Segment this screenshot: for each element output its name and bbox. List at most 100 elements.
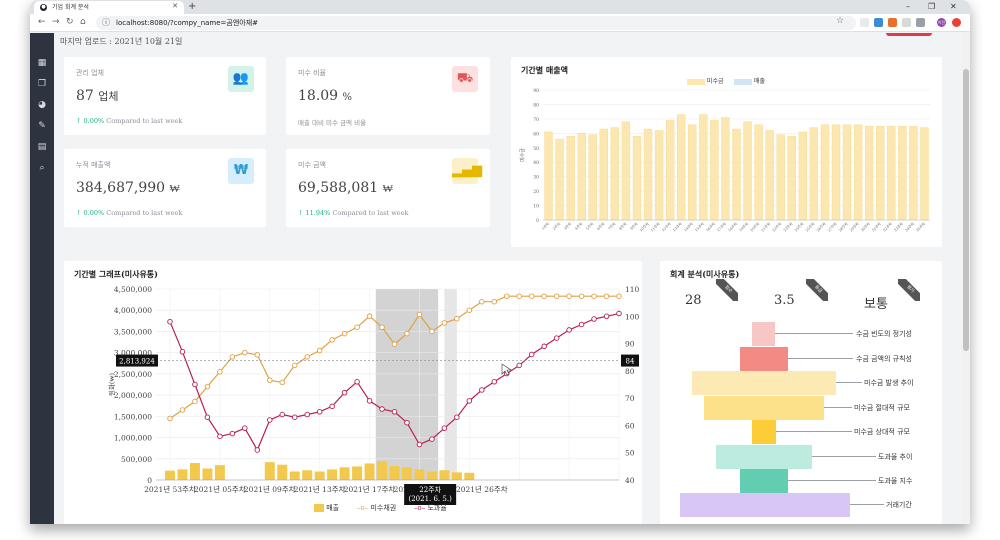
overdue-point <box>528 351 535 358</box>
overdue-point <box>354 379 360 385</box>
receivables-point <box>217 369 223 375</box>
kpi-value: 384,687,990 ₩ <box>76 180 180 196</box>
sales-bar <box>599 128 608 221</box>
sales-bar <box>898 125 907 221</box>
forward-icon[interactable]: → <box>52 17 60 28</box>
grid-icon[interactable]: ▦ <box>37 58 47 68</box>
reload-icon[interactable]: ↻ <box>66 17 74 28</box>
receivables-point <box>204 383 211 390</box>
graph-yleft-tick-label: 0 <box>147 476 152 485</box>
search-icon[interactable]: ⌕ <box>37 163 47 173</box>
page-scrollbar[interactable] <box>962 33 970 524</box>
legend-overdue-line[interactable]: –o– 도과율 <box>414 503 447 513</box>
legend-receivables-line[interactable]: –o– 미수채권 <box>357 503 396 513</box>
sales-xtick-label: 19주차 <box>738 221 750 233</box>
edit-icon[interactable]: ✎ <box>37 121 47 131</box>
pyramid-leader-2 <box>788 358 853 359</box>
sales-bar <box>588 134 597 221</box>
evaluation-ribbon: 평가 <box>898 279 920 301</box>
sales-bar <box>743 121 752 221</box>
overdue-point <box>566 327 572 333</box>
url-input[interactable]: ⓘ localhost:8080/?compy_name=곰앤아재# <box>96 16 856 30</box>
extension-3-icon[interactable] <box>888 18 897 27</box>
legend-sales-bar-swatch <box>314 504 324 512</box>
sales-xtick-label: 3주차 <box>563 221 573 231</box>
kpi-title: 미수 금액 <box>298 161 326 169</box>
hover-highlight-band <box>375 289 439 480</box>
legend-sales-bar[interactable]: 매출 <box>314 503 339 513</box>
analysis-card: 회계 분석(미사유통) 28 점수 3.5 등급 보통 평가 수금 빈도의 정기… <box>660 261 942 524</box>
sales-xtick-label: 7주차 <box>607 221 617 231</box>
receivables-point <box>329 337 335 343</box>
home-icon[interactable]: ⌂ <box>80 17 86 28</box>
bookmark-star-icon[interactable]: ☆ <box>836 16 844 27</box>
tab-bar: ● 기업 회계 분석 ✕ + – ❐ ✕ <box>30 0 970 14</box>
sales-bar <box>289 471 300 480</box>
overdue-point <box>578 321 585 328</box>
receivables-point <box>242 349 248 356</box>
receivables-point <box>304 354 310 360</box>
sales-bar <box>721 117 730 221</box>
sales-xtick-label: 8주차 <box>618 221 628 231</box>
legend-overdue-line-swatch: –o– <box>414 504 426 512</box>
pyramid-leader-8 <box>850 504 884 505</box>
kpi-card-unpaid-amount: 미수 금액 69,588,081 ₩ ↑ 11.94% Compared to … <box>286 149 490 227</box>
sales-ytick-label: 10 <box>533 204 539 210</box>
overdue-point <box>416 441 423 448</box>
sales-bar <box>439 470 450 480</box>
update-icon[interactable] <box>952 18 961 27</box>
receivables-point <box>516 293 522 299</box>
receivables-point <box>416 311 423 318</box>
score-ribbon: 점수 <box>716 279 738 301</box>
github-favicon-icon: ● <box>40 4 47 11</box>
kpi-foot: ↑ 0.00% Compared to last week <box>76 209 183 217</box>
pyramid-bar-7 <box>740 469 788 493</box>
tab-close-icon[interactable]: ✕ <box>172 3 178 10</box>
table-icon[interactable]: ▤ <box>37 142 47 152</box>
scrollbar-thumb[interactable] <box>963 69 969 351</box>
mouse-cursor-icon <box>501 363 512 376</box>
overdue-point <box>242 425 248 431</box>
back-icon[interactable]: ← <box>38 17 46 28</box>
sales-bar <box>555 138 564 221</box>
pyramid-bar-4 <box>704 396 824 420</box>
sales-bar <box>643 128 653 221</box>
receivables-point <box>179 407 186 413</box>
sales-bar <box>264 462 275 480</box>
pyramid-leader-3 <box>836 382 862 383</box>
sales-bar <box>909 125 918 221</box>
graph-xtick-label: 2021년 17주차 <box>344 484 396 494</box>
sales-bar <box>352 466 363 480</box>
new-tab-icon[interactable]: + <box>188 1 196 13</box>
sales-bar <box>389 465 400 480</box>
legend-receivables-line-swatch: –o– <box>357 504 369 512</box>
profile-avatar[interactable]: 이진 <box>937 18 946 27</box>
pie-chart-icon[interactable]: ◕ <box>37 100 47 110</box>
pyramid-bar-3 <box>692 371 836 395</box>
graph-yright-tick-label: 80 <box>625 367 635 376</box>
receivables-point <box>454 315 460 322</box>
extension-4-icon[interactable] <box>902 18 911 27</box>
extension-2-icon[interactable] <box>874 18 883 27</box>
overdue-point <box>491 379 498 385</box>
overdue-point <box>541 343 547 350</box>
graph-yleft-tick-label: 3,500,000 <box>114 327 152 336</box>
people-icon: 👥 <box>228 66 254 92</box>
sales-bar <box>302 470 313 480</box>
maximize-icon[interactable]: ❐ <box>928 1 935 13</box>
kpi-card-companies: 관리 업체 87 업체 ↑ 0.00% Compared to last wee… <box>64 57 266 135</box>
sales-bar <box>544 131 553 221</box>
receivables-point <box>229 354 236 360</box>
hover-tooltip-date: (2021. 6. 5.) <box>408 495 452 503</box>
receivables-point <box>379 324 385 330</box>
copy-icon[interactable]: ❐ <box>37 79 47 89</box>
sales-xtick-label: 4주차 <box>574 221 584 231</box>
extension-5-icon[interactable] <box>916 18 925 27</box>
sales-xtick-label: 17주차 <box>716 221 728 233</box>
window-close-icon[interactable]: ✕ <box>950 1 957 13</box>
minimize-icon[interactable]: – <box>906 1 910 13</box>
pyramid-label-4: 미수금 절대적 규모 <box>854 404 910 412</box>
extension-1-icon[interactable] <box>860 18 869 27</box>
browser-tab[interactable]: ● 기업 회계 분석 ✕ <box>34 1 184 14</box>
receivables-point <box>341 330 348 337</box>
